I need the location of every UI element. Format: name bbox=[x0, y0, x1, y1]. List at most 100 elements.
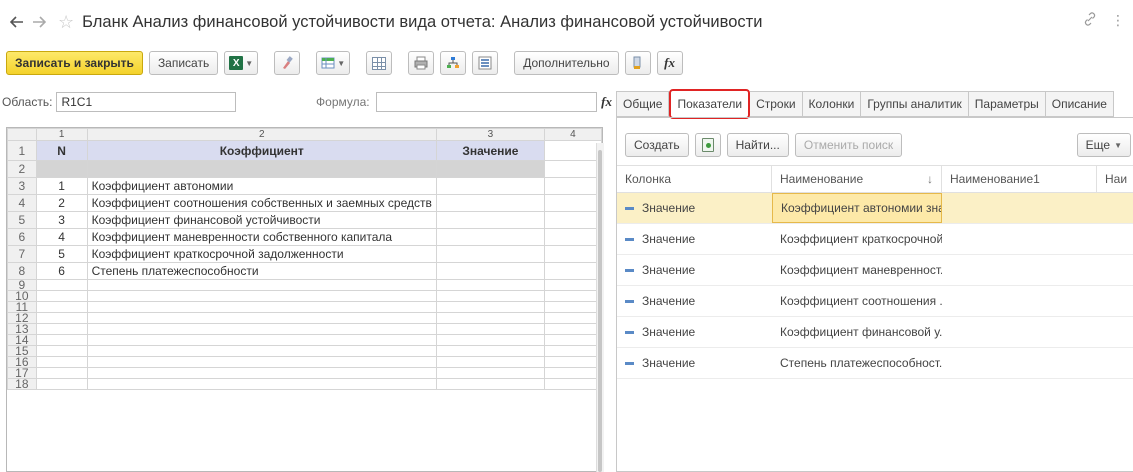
row-number[interactable]: 18 bbox=[7, 378, 37, 390]
cell[interactable] bbox=[35, 160, 88, 178]
cell[interactable] bbox=[435, 334, 545, 346]
save-and-close-button[interactable]: Записать и закрыть bbox=[6, 51, 143, 75]
cell[interactable] bbox=[86, 334, 437, 346]
row-number[interactable]: 15 bbox=[7, 345, 37, 357]
column-header-name-truncated[interactable]: Наи bbox=[1097, 166, 1133, 192]
cell-n[interactable]: 6 bbox=[35, 262, 88, 280]
back-arrow-icon[interactable] bbox=[6, 11, 28, 33]
cell[interactable] bbox=[86, 323, 437, 335]
row-number[interactable]: 1 bbox=[7, 140, 37, 161]
row-number[interactable]: 2 bbox=[7, 160, 37, 178]
row-number[interactable]: 10 bbox=[7, 290, 37, 302]
cell[interactable] bbox=[86, 378, 437, 390]
cell-n[interactable]: 4 bbox=[35, 228, 88, 246]
cell[interactable] bbox=[35, 345, 88, 357]
list-item[interactable]: Значение Коэффициент автономии зна... bbox=[617, 193, 1133, 224]
brush-button[interactable] bbox=[274, 51, 301, 75]
cancel-search-button[interactable]: Отменить поиск bbox=[794, 133, 903, 157]
cell-value[interactable] bbox=[435, 177, 545, 195]
cell[interactable] bbox=[543, 356, 602, 368]
forward-arrow-icon[interactable] bbox=[28, 11, 50, 33]
cell[interactable] bbox=[435, 301, 545, 313]
header-cell-n[interactable]: N bbox=[35, 140, 88, 161]
column-header[interactable]: 3 bbox=[435, 128, 545, 141]
row-number[interactable]: 4 bbox=[7, 194, 37, 212]
create-button[interactable]: Создать bbox=[625, 133, 689, 157]
cell[interactable] bbox=[543, 312, 602, 324]
cell-coefficient[interactable]: Степень платежеспособности bbox=[86, 262, 437, 280]
cell[interactable] bbox=[543, 262, 602, 280]
cell[interactable] bbox=[435, 290, 545, 302]
cell[interactable] bbox=[543, 345, 602, 357]
tab-columns[interactable]: Колонки bbox=[802, 91, 862, 117]
cell[interactable] bbox=[35, 334, 88, 346]
cell[interactable] bbox=[35, 312, 88, 324]
row-number[interactable]: 14 bbox=[7, 334, 37, 346]
cell[interactable] bbox=[543, 334, 602, 346]
cell-n[interactable]: 2 bbox=[35, 194, 88, 212]
cell[interactable] bbox=[35, 279, 88, 291]
star-icon[interactable]: ☆ bbox=[58, 12, 74, 33]
cell[interactable] bbox=[543, 160, 602, 178]
cell[interactable] bbox=[86, 356, 437, 368]
row-number[interactable]: 6 bbox=[7, 228, 37, 246]
more-vertical-icon[interactable]: ⋮ bbox=[1111, 12, 1125, 29]
cell[interactable] bbox=[435, 312, 545, 324]
row-number[interactable]: 5 bbox=[7, 211, 37, 229]
cell-n[interactable]: 5 bbox=[35, 245, 88, 263]
row-number[interactable]: 9 bbox=[7, 279, 37, 291]
cell[interactable] bbox=[35, 323, 88, 335]
list-item[interactable]: Значение Коэффициент финансовой у... bbox=[617, 317, 1133, 348]
tree-button[interactable] bbox=[440, 51, 467, 75]
row-number[interactable]: 17 bbox=[7, 367, 37, 379]
cell[interactable] bbox=[35, 356, 88, 368]
cell[interactable] bbox=[543, 301, 602, 313]
row-number[interactable]: 7 bbox=[7, 245, 37, 263]
cell[interactable] bbox=[435, 378, 545, 390]
cell-coefficient[interactable]: Коэффициент автономии bbox=[86, 177, 437, 195]
cell[interactable] bbox=[543, 367, 602, 379]
print-button[interactable] bbox=[408, 51, 435, 75]
cell[interactable] bbox=[35, 301, 88, 313]
row-number[interactable]: 8 bbox=[7, 262, 37, 280]
cell[interactable] bbox=[35, 290, 88, 302]
tab-general[interactable]: Общие bbox=[616, 91, 670, 117]
column-header[interactable]: 2 bbox=[86, 128, 437, 141]
column-header-name1[interactable]: Наименование1 bbox=[942, 166, 1097, 192]
cell[interactable] bbox=[543, 378, 602, 390]
list-item[interactable]: Значение Коэффициент маневренност... bbox=[617, 255, 1133, 286]
cell[interactable] bbox=[86, 312, 437, 324]
cell[interactable] bbox=[543, 290, 602, 302]
cell[interactable] bbox=[86, 345, 437, 357]
cell[interactable] bbox=[35, 378, 88, 390]
cell-coefficient[interactable]: Коэффициент краткосрочной задолженности bbox=[86, 245, 437, 263]
cell[interactable] bbox=[435, 367, 545, 379]
list-item[interactable]: Значение Коэффициент соотношения ... bbox=[617, 286, 1133, 317]
cell[interactable] bbox=[543, 194, 602, 212]
cell[interactable] bbox=[543, 140, 602, 161]
row-number[interactable]: 11 bbox=[7, 301, 37, 313]
spreadsheet-scroll-thumb[interactable] bbox=[598, 150, 602, 472]
excel-export-button[interactable]: X ▼ bbox=[224, 51, 259, 75]
cell[interactable] bbox=[86, 160, 437, 178]
cell-coefficient[interactable]: Коэффициент финансовой устойчивости bbox=[86, 211, 437, 229]
row-number[interactable]: 3 bbox=[7, 177, 37, 195]
row-number[interactable]: 13 bbox=[7, 323, 37, 335]
cell[interactable] bbox=[435, 356, 545, 368]
tab-rows[interactable]: Строки bbox=[750, 91, 803, 117]
cell[interactable] bbox=[86, 290, 437, 302]
cell[interactable] bbox=[435, 160, 545, 178]
cell[interactable] bbox=[435, 279, 545, 291]
cell[interactable] bbox=[543, 279, 602, 291]
cell[interactable] bbox=[86, 367, 437, 379]
cell[interactable] bbox=[543, 211, 602, 229]
grid-button[interactable] bbox=[366, 51, 393, 75]
tab-parameters[interactable]: Параметры bbox=[968, 91, 1046, 117]
cell-value[interactable] bbox=[435, 262, 545, 280]
tab-indicators[interactable]: Показатели bbox=[669, 89, 751, 119]
header-cell-value[interactable]: Значение bbox=[435, 140, 545, 161]
copy-button[interactable] bbox=[694, 133, 721, 157]
more-button[interactable]: Еще ▼ bbox=[1076, 133, 1131, 157]
formula-fx-icon[interactable]: fx bbox=[601, 94, 612, 110]
cell-value[interactable] bbox=[435, 211, 545, 229]
